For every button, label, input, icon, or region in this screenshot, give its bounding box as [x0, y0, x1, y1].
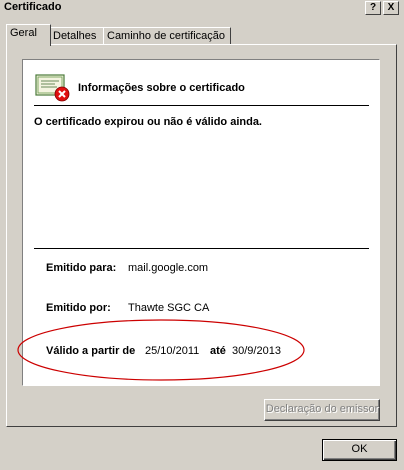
- ok-button[interactable]: OK: [322, 439, 397, 461]
- tab-geral[interactable]: Geral: [6, 24, 51, 46]
- title-bar: Certificado ? X: [0, 0, 404, 15]
- tab-detalhes[interactable]: Detalhes: [49, 27, 104, 45]
- issued-to-label: Emitido para:: [46, 262, 117, 274]
- highlight-ellipse: [17, 319, 305, 381]
- help-button[interactable]: ?: [365, 1, 381, 15]
- issuer-statement-button[interactable]: Declaração do emissor: [264, 399, 380, 421]
- tab-strip: Geral Detalhes Caminho de certificação: [0, 24, 404, 46]
- issued-by-value: Thawte SGC CA: [128, 302, 210, 314]
- close-button[interactable]: X: [383, 1, 399, 15]
- issued-to-value: mail.google.com: [128, 262, 209, 274]
- tab-caminho-de-certificacao[interactable]: Caminho de certificação: [103, 27, 231, 45]
- certificate-error-icon: [35, 74, 70, 102]
- window-title: Certificado: [4, 1, 62, 13]
- heading-divider: [34, 105, 369, 106]
- certificate-info-heading: Informações sobre o certificado: [78, 82, 245, 94]
- certificate-warning: O certificado expirou ou não é válido ai…: [34, 116, 262, 128]
- issued-by-label: Emitido por:: [46, 302, 111, 314]
- details-divider: [34, 248, 369, 249]
